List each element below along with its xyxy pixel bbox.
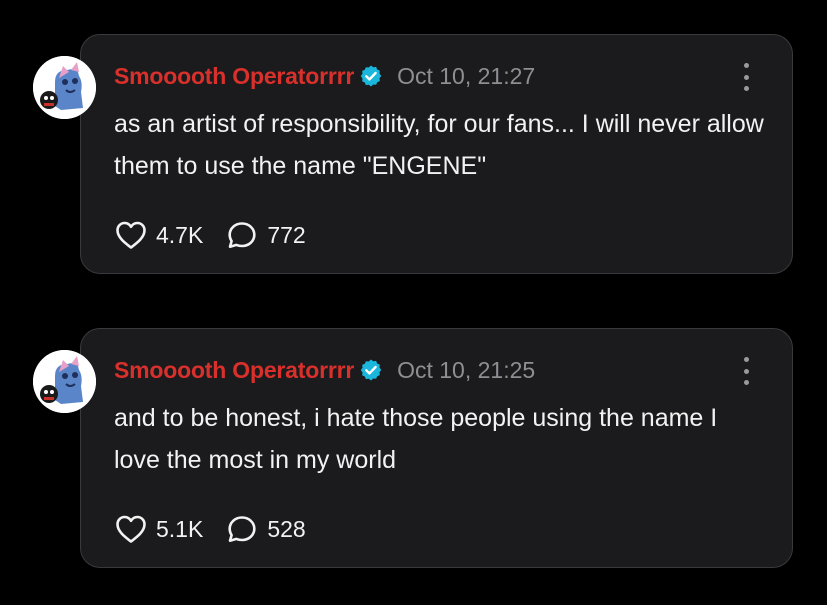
post-text: as an artist of responsibility, for our … (114, 110, 764, 180)
post-feed: Smooooth Operatorrrr Oct 10, 21:27 as an… (0, 0, 827, 605)
post-header: Smooooth Operatorrrr Oct 10, 21:27 (114, 61, 535, 91)
like-count: 4.7K (156, 221, 204, 248)
post-actions: 4.7K 772 (114, 218, 328, 252)
post-actions: 5.1K 528 (114, 512, 328, 546)
post-card[interactable]: Smooooth Operatorrrr Oct 10, 21:25 and t… (80, 328, 793, 568)
post-card[interactable]: Smooooth Operatorrrr Oct 10, 21:27 as an… (80, 34, 793, 274)
like-button[interactable]: 4.7K (114, 219, 203, 251)
speech-bubble-icon (225, 219, 259, 251)
avatar[interactable] (33, 56, 96, 119)
like-button[interactable]: 5.1K (114, 513, 203, 545)
post-timestamp: Oct 10, 21:25 (397, 356, 536, 383)
post-header: Smooooth Operatorrrr Oct 10, 21:25 (114, 355, 535, 385)
comment-button[interactable]: 528 (225, 513, 306, 545)
comment-count: 772 (267, 221, 306, 248)
more-options-icon[interactable] (740, 63, 752, 91)
comment-button[interactable]: 772 (225, 219, 306, 251)
author-name[interactable]: Smooooth Operatorrrr (114, 63, 354, 90)
like-count: 5.1K (156, 515, 204, 542)
verified-badge-icon (359, 64, 383, 88)
post-text: and to be honest, i hate those people us… (114, 404, 718, 474)
post-timestamp: Oct 10, 21:27 (397, 62, 536, 89)
post: Smooooth Operatorrrr Oct 10, 21:25 and t… (0, 326, 827, 572)
verified-badge-icon (359, 358, 383, 382)
post: Smooooth Operatorrrr Oct 10, 21:27 as an… (0, 32, 827, 278)
more-options-icon[interactable] (740, 357, 752, 385)
comment-count: 528 (267, 515, 306, 542)
heart-icon (114, 219, 148, 251)
speech-bubble-icon (225, 513, 259, 545)
author-name[interactable]: Smooooth Operatorrrr (114, 357, 354, 384)
heart-icon (114, 513, 148, 545)
avatar[interactable] (33, 350, 96, 413)
